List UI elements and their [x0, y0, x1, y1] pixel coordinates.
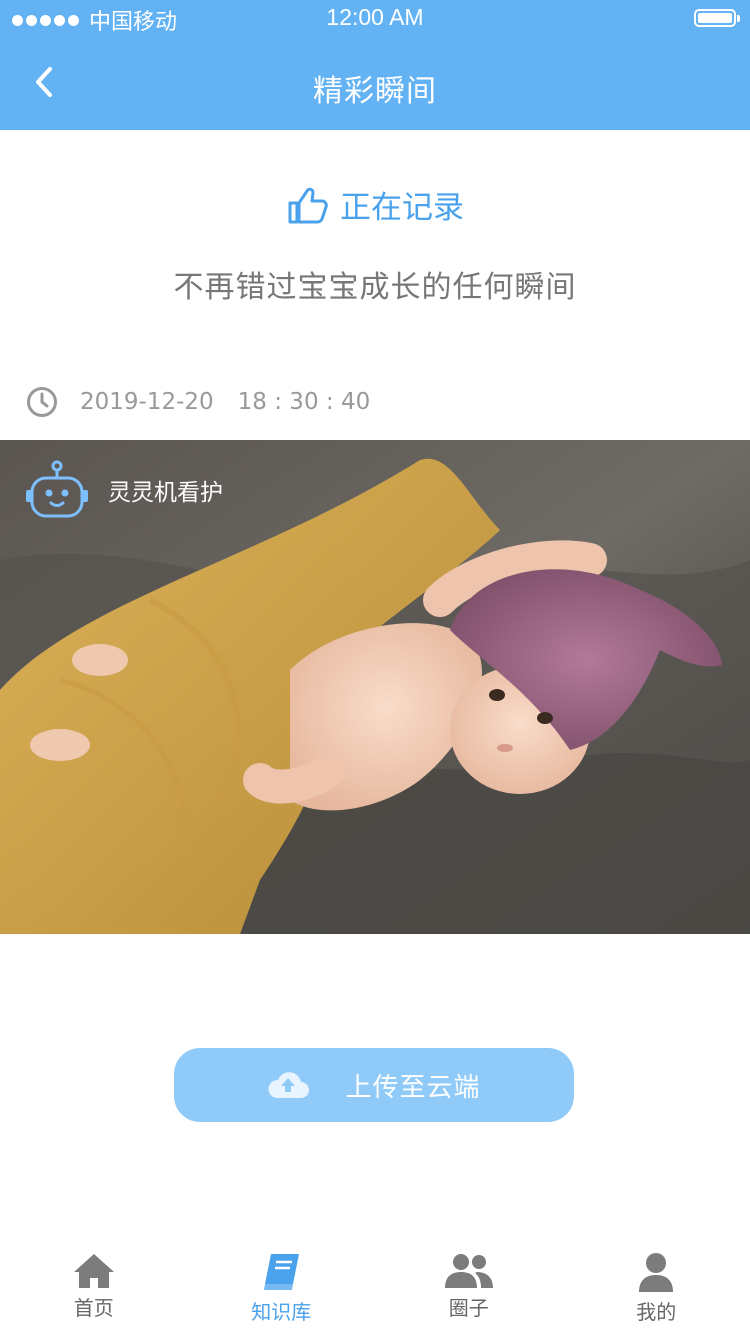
- tab-circle-label: 圈子: [448, 1296, 489, 1320]
- clock-icon: [27, 387, 57, 417]
- tab-knowledge-label: 知识库: [251, 1300, 312, 1324]
- tagline: 不再错过宝宝成长的任何瞬间: [173, 270, 577, 305]
- bottom-tab-bar: 首页 知识库 圈子 我的: [0, 1240, 750, 1334]
- tab-home-label: 首页: [73, 1296, 114, 1320]
- recording-status: 正在记录: [0, 182, 750, 227]
- tab-home[interactable]: 首页: [0, 1240, 188, 1334]
- status-time: 12:00 AM: [326, 4, 424, 30]
- thumbs-up-icon: [288, 187, 328, 223]
- tab-profile-label: 我的: [636, 1300, 677, 1324]
- moment-photo[interactable]: 灵灵机看护: [0, 440, 750, 934]
- tab-knowledge[interactable]: 知识库: [188, 1240, 376, 1334]
- photo-badge: 灵灵机看护: [24, 460, 223, 520]
- upload-label: 上传至云端: [345, 1072, 481, 1103]
- tab-circle[interactable]: 圈子: [375, 1240, 563, 1334]
- upload-to-cloud-button[interactable]: 上传至云端: [174, 1048, 574, 1122]
- top-bar: 中国移动 12:00 AM 精彩瞬间: [0, 0, 750, 130]
- book-icon: [264, 1254, 300, 1290]
- timestamp-date: 2019-12-20: [80, 389, 214, 415]
- home-icon: [73, 1254, 114, 1288]
- group-icon: [444, 1254, 493, 1288]
- tab-profile[interactable]: 我的: [563, 1240, 750, 1334]
- timestamp-row: 2019-12-20 18 : 30 : 40: [26, 386, 370, 418]
- photo-badge-label: 灵灵机看护: [108, 480, 223, 506]
- timestamp-time: 18 : 30 : 40: [237, 389, 371, 415]
- cloud-upload-icon: [268, 1072, 310, 1098]
- recording-label: 正在记录: [340, 190, 464, 226]
- user-icon: [639, 1253, 674, 1292]
- battery-icon: [694, 9, 740, 27]
- page-title: 精彩瞬间: [313, 74, 437, 109]
- robot-icon: [26, 460, 88, 518]
